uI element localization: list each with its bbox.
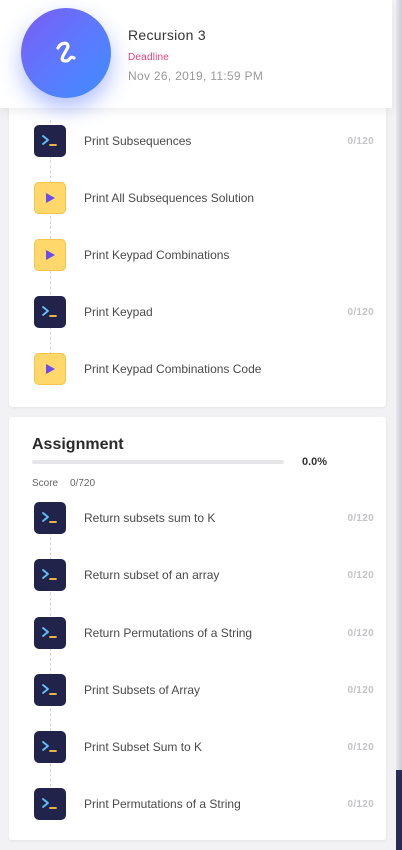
assignment-item-label: Print Subset Sum to K — [84, 740, 203, 754]
content-item-label: Print Keypad — [84, 305, 153, 319]
assignment-item-label: Print Permutations of a String — [84, 797, 241, 811]
content-item-score: 0/120 — [347, 306, 374, 318]
content-item[interactable]: Print Subsequences 0/120 — [34, 121, 386, 161]
content-item-label: Print All Subsequences Solution — [84, 191, 255, 205]
deadline-label: Deadline — [128, 52, 170, 63]
assignment-card: Assignment 0.0% Score 0/720 Return subse… — [9, 417, 386, 840]
score-value: 0/720 — [70, 478, 96, 489]
assignment-item[interactable]: Return subsets sum to K 0/120 — [34, 498, 386, 538]
assignment-item-score: 0/120 — [347, 512, 374, 524]
assignment-item[interactable]: Return Permutations of a String 0/120 — [34, 613, 386, 653]
play-icon — [34, 353, 66, 385]
content-item[interactable]: Print Keypad Combinations Code — [34, 349, 386, 389]
assignment-item-label: Return Permutations of a String — [84, 626, 253, 640]
terminal-icon — [34, 674, 66, 706]
assignment-item[interactable]: Return subset of an array 0/120 — [34, 555, 386, 595]
module-title: Recursion 3 — [128, 27, 207, 43]
assignment-title: Assignment — [32, 436, 124, 453]
terminal-icon — [34, 296, 66, 328]
assignment-item[interactable]: Print Subsets of Array 0/120 — [34, 670, 386, 710]
assignment-item[interactable]: Print Subset Sum to K 0/120 — [34, 727, 386, 767]
content-item-label: Print Keypad Combinations Code — [84, 362, 262, 376]
assignment-item-score: 0/120 — [347, 798, 374, 810]
content-item[interactable]: Print All Subsequences Solution — [34, 178, 386, 218]
terminal-icon — [34, 502, 66, 534]
window-edge-dark — [396, 770, 402, 850]
terminal-icon — [34, 617, 66, 649]
terminal-icon — [34, 731, 66, 763]
assignment-item-score: 0/120 — [347, 569, 374, 581]
score-label: Score — [32, 478, 59, 489]
content-item-label: Print Keypad Combinations — [84, 248, 230, 262]
window-edge — [396, 0, 402, 850]
squiggle-icon — [21, 8, 111, 98]
assignment-item-label: Return subset of an array — [84, 568, 220, 582]
assignment-item-label: Print Subsets of Array — [84, 683, 201, 697]
assignment-progress-bar — [32, 460, 284, 464]
deadline-date: Nov 26, 2019, 11:59 PM — [128, 69, 264, 83]
content-item[interactable]: Print Keypad Combinations — [34, 235, 386, 275]
assignment-item-score: 0/120 — [347, 741, 374, 753]
terminal-icon — [34, 788, 66, 820]
content-item[interactable]: Print Keypad 0/120 — [34, 292, 386, 332]
module-header: Recursion 3 Deadline Nov 26, 2019, 11:59… — [0, 0, 392, 108]
assignment-item-label: Return subsets sum to K — [84, 511, 216, 525]
content-item-label: Print Subsequences — [84, 134, 192, 148]
content-card: Print Subsequences 0/120 Print All Subse… — [9, 100, 386, 407]
assignment-item-score: 0/120 — [347, 684, 374, 696]
play-icon — [34, 239, 66, 271]
terminal-icon — [34, 125, 66, 157]
assignment-progress-percent: 0.0% — [302, 456, 328, 468]
play-icon — [34, 182, 66, 214]
assignment-item[interactable]: Print Permutations of a String 0/120 — [34, 784, 386, 824]
terminal-icon — [34, 559, 66, 591]
content-item-score: 0/120 — [347, 135, 374, 147]
assignment-item-score: 0/120 — [347, 627, 374, 639]
